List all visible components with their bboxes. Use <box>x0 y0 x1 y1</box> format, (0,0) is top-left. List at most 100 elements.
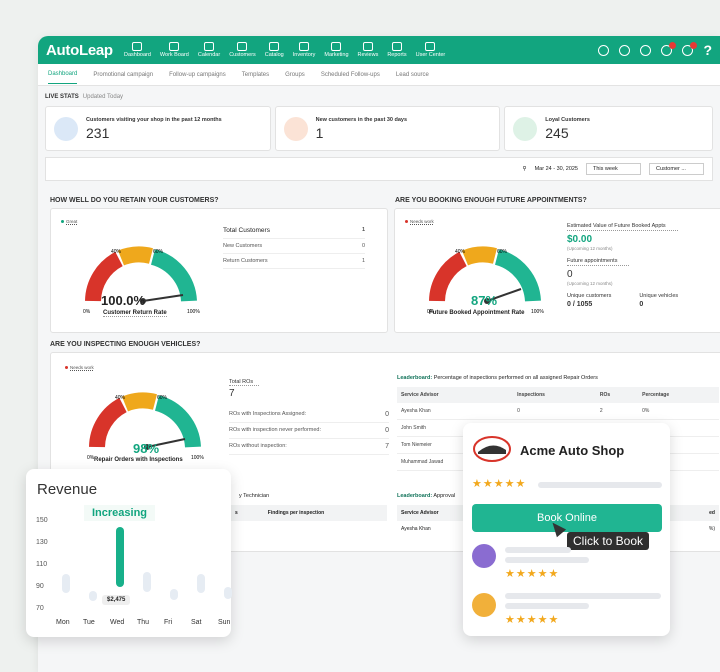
nav-reports[interactable]: Reports <box>387 42 407 58</box>
nav-user-center[interactable]: User Center <box>416 42 445 58</box>
status-badge: Great <box>61 219 77 224</box>
search-icon[interactable] <box>598 44 610 56</box>
click-tooltip: Click to Book <box>567 532 650 550</box>
svg-text:60%: 60% <box>497 249 508 255</box>
tab-scheduled-follow-ups[interactable]: Scheduled Follow-ups <box>321 72 380 78</box>
nav-label: Work Board <box>159 52 189 58</box>
tab-follow-up-campaigns[interactable]: Follow-up campaigns <box>169 72 226 78</box>
chat-icon[interactable] <box>682 41 698 56</box>
booking-percent: 87% <box>471 293 498 308</box>
nav-icon <box>204 42 215 51</box>
inspect-percent: 98% <box>133 441 160 456</box>
nav-icon <box>331 42 342 51</box>
status-badge: Needs work <box>405 219 434 224</box>
svg-text:60%: 60% <box>157 395 168 401</box>
help-icon[interactable]: ? <box>703 42 712 58</box>
nav-customers[interactable]: Customers <box>229 42 256 58</box>
nav-icon <box>425 42 436 51</box>
trend-label: Increasing <box>84 505 156 521</box>
tab-groups[interactable]: Groups <box>285 72 305 78</box>
customer-select[interactable]: Customer ... <box>649 163 704 175</box>
y-tick-label: 130 <box>36 539 48 546</box>
date-range[interactable]: Mar 24 - 30, 2025 <box>535 166 578 172</box>
nav-label: Customers <box>229 52 256 58</box>
svg-text:100%: 100% <box>531 309 544 315</box>
sun-icon <box>283 116 308 141</box>
retain-caption: Customer Return Rate <box>103 310 167 317</box>
svg-text:40%: 40% <box>455 249 466 255</box>
stat-card-loyal: Loyal Customers 245 <box>504 106 713 151</box>
booking-metrics: Estimated Value of Future Booked Appts $… <box>567 223 679 309</box>
svg-text:40%: 40% <box>111 249 122 255</box>
nav-label: Marketing <box>324 52 349 58</box>
nav-catalog[interactable]: Catalog <box>265 42 284 58</box>
retain-panel: Great 0% 40% 60% 100% 100.0% Customer Re… <box>50 208 388 333</box>
x-tick-label: Thu <box>137 619 150 626</box>
filter-bar: ⚲ Mar 24 - 30, 2025 This week Customer .… <box>45 157 713 181</box>
nav-dashboard[interactable]: Dashboard <box>124 42 151 58</box>
tab-templates[interactable]: Templates <box>242 72 269 78</box>
loyal-icon <box>513 116 538 141</box>
revenue-bar-thu <box>143 571 151 593</box>
svg-text:0%: 0% <box>83 309 91 315</box>
stat-value: 231 <box>86 124 110 141</box>
nav-icon <box>362 42 373 51</box>
technician-header: s Findings per inspection <box>231 505 387 521</box>
nav-calendar[interactable]: Calendar <box>198 42 220 58</box>
nav-icon <box>391 42 402 51</box>
svg-text:100%: 100% <box>191 455 204 461</box>
revenue-bar-wed <box>116 526 124 587</box>
stat-label: Loyal Customers <box>545 116 590 123</box>
inspect-metrics: Total ROs 7 ROs with Inspections Assigne… <box>229 379 389 455</box>
settings-icon[interactable] <box>640 44 652 56</box>
nav-work-board[interactable]: Work Board <box>160 42 189 58</box>
y-tick-label: 150 <box>36 517 48 524</box>
revenue-tooltip: $2,475 <box>102 595 131 605</box>
revenue-card: Revenue Increasing 150 130 110 90 70 Mon Tue We… <box>26 469 232 637</box>
stat-card-new: New customers in the past 30 days 1 <box>274 106 501 151</box>
shop-rating: ★★★★★ <box>472 478 527 490</box>
review-rating: ★★★★★ <box>505 614 560 626</box>
svg-text:60%: 60% <box>153 249 164 255</box>
filter-icon[interactable]: ⚲ <box>523 166 527 172</box>
revenue-bar-sat <box>197 573 205 594</box>
x-tick-label: Wed <box>110 619 125 626</box>
x-tick-label: Fri <box>164 619 173 626</box>
nav-reviews[interactable]: Reviews <box>358 42 378 58</box>
nav-icon <box>169 42 180 51</box>
nav-icon <box>269 42 280 51</box>
tab-promotional-campaign[interactable]: Promotional campaign <box>93 72 153 78</box>
y-tick-label: 70 <box>36 605 44 612</box>
live-stats-header: LIVE STATS Updated Today <box>45 94 124 100</box>
tab-dashboard[interactable]: Dashboard <box>48 65 78 84</box>
nav-label: Catalog <box>264 52 284 58</box>
stat-label: New customers in the past 30 days <box>315 116 408 123</box>
avatar <box>472 544 496 568</box>
inspect-caption: Repair Orders with Inspections <box>94 457 183 463</box>
nav-marketing[interactable]: Marketing <box>324 42 349 58</box>
tab-lead-source[interactable]: Lead source <box>396 72 429 78</box>
technician-title: y Technician <box>239 493 270 499</box>
add-icon[interactable] <box>619 44 631 56</box>
book-online-button[interactable]: Book Online <box>472 504 662 532</box>
revenue-bar-tue <box>89 591 97 602</box>
retain-rows: Total Customers 1 New Customers 0 Return C… <box>223 223 365 269</box>
bell-icon[interactable] <box>661 41 677 56</box>
booking-caption: Future Booked Appointment Rate <box>429 310 525 316</box>
revenue-bar-sun <box>224 587 232 600</box>
leaderboard-title: Leaderboard: Percentage of inspections p… <box>397 375 598 381</box>
retain-title: HOW WELL DO YOU RETAIN YOUR CUSTOMERS? <box>50 197 219 204</box>
y-tick-label: 110 <box>36 561 48 568</box>
tab-bar: Dashboard Promotional campaign Follow-up c… <box>38 64 720 86</box>
retain-percent: 100.0% <box>101 293 146 308</box>
logo: AutoLeap <box>46 41 113 59</box>
stat-value: 245 <box>545 124 569 141</box>
nav-label: Reports <box>387 52 407 58</box>
revenue-title: Revenue <box>37 481 98 498</box>
nav-inventory[interactable]: Inventory <box>293 42 315 58</box>
x-tick-label: Sun <box>218 619 231 626</box>
x-tick-label: Tue <box>83 619 95 626</box>
car-logo-icon <box>473 436 511 462</box>
range-select[interactable]: This week <box>586 163 641 175</box>
booking-title: ARE YOU BOOKING ENOUGH FUTURE APPOINTMEN… <box>395 197 587 204</box>
